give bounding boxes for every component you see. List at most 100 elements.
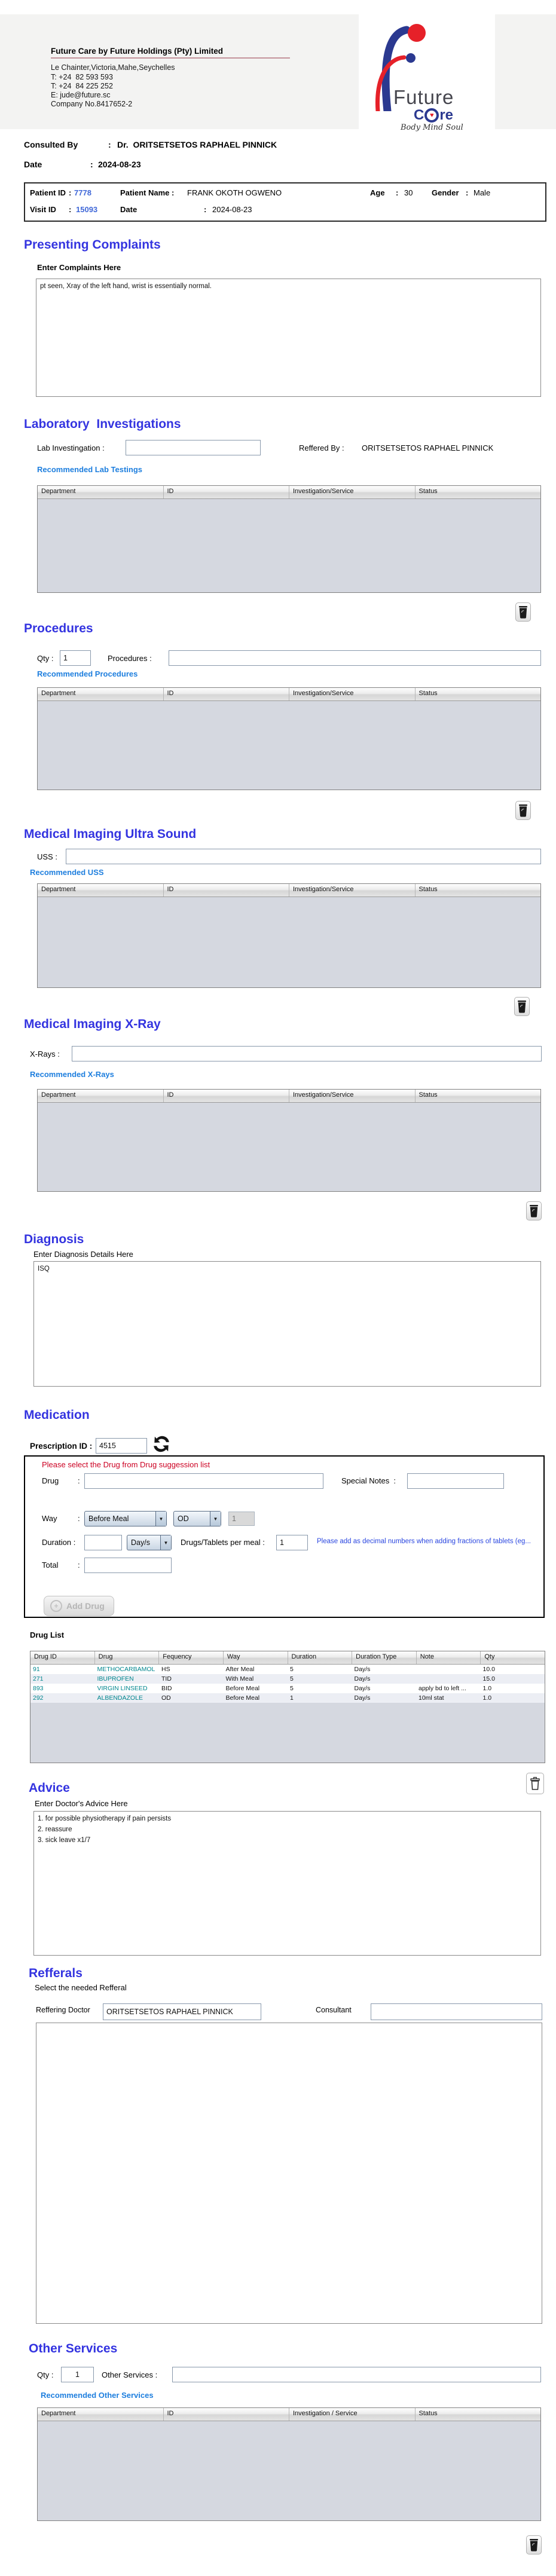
clear-advice-button[interactable]	[526, 1773, 544, 1794]
drug-qty-cell: 1.0	[481, 1693, 545, 1703]
lab-col-department: Department	[38, 486, 164, 498]
other-services-input[interactable]	[172, 2367, 541, 2382]
drug-name-cell: ALBENDAZOLE	[95, 1693, 160, 1703]
uss-col-department: Department	[38, 884, 164, 897]
referring-doctor-input[interactable]	[103, 2003, 261, 2020]
xray-col-department: Department	[38, 1090, 164, 1102]
company-email: E: jude@future.sc	[51, 91, 111, 99]
lab-investigation-input[interactable]	[126, 440, 261, 455]
trash-icon	[529, 2538, 539, 2551]
prescription-id-input[interactable]	[96, 1438, 147, 1454]
drug-suggestion-note: Please select the Drug from Drug suggess…	[42, 1460, 210, 1469]
complaints-textarea[interactable]: pt seen, Xray of the left hand, wrist is…	[36, 279, 541, 397]
advice-textarea[interactable]: 1. for possible physiotherapy if pain pe…	[33, 1811, 541, 1956]
clear-other-services-button[interactable]	[526, 2535, 542, 2554]
drug-note-cell: 10ml stat	[416, 1693, 481, 1703]
way-select[interactable]: Before Meal ▼	[84, 1511, 167, 1526]
drug-col-frequency: Fequency	[159, 1651, 224, 1664]
drug-row[interactable]: 292 ALBENDAZOLE OD Before Meal 1 Day/s 1…	[30, 1693, 545, 1703]
uss-table[interactable]: Department ID Investigation/Service Stat…	[37, 883, 541, 988]
drug-row[interactable]: 91 METHOCARBAMOL HS After Meal 5 Day/s 1…	[30, 1665, 545, 1674]
referred-by-value: ORITSETSETOS RAPHAEL PINNICK	[362, 443, 493, 452]
drug-row[interactable]: 893 VIRGIN LINSEED BID Before Meal 5 Day…	[30, 1684, 545, 1693]
total-colon: :	[78, 1561, 80, 1570]
logo-wordmark-future: Future	[393, 86, 454, 109]
drug-table-header-row: Drug ID Drug Fequency Way Duration Durat…	[30, 1651, 545, 1665]
add-drug-panel: Please select the Drug from Drug suggess…	[24, 1455, 545, 1618]
drug-note-cell	[416, 1674, 481, 1684]
procedures-col-id: ID	[164, 688, 290, 700]
drug-duration-cell: 5	[288, 1684, 352, 1693]
procedures-qty-input[interactable]	[60, 650, 91, 666]
trash-icon	[529, 1776, 541, 1791]
procedures-col-status: Status	[416, 688, 541, 700]
special-notes-input[interactable]	[407, 1473, 504, 1489]
fractions-hint: Please add as decimal numbers when addin…	[317, 1538, 539, 1545]
recommended-procedures-link[interactable]: Recommended Procedures	[37, 669, 138, 678]
per-meal-label: Drugs/Tablets per meal :	[181, 1538, 265, 1547]
section-title-procedures: Procedures	[24, 622, 93, 636]
patient-info-box: Patient ID : 7778 Patient Name : FRANK O…	[24, 182, 546, 222]
duration-unit-value: Day/s	[127, 1538, 150, 1547]
drug-col-note: Note	[417, 1651, 481, 1664]
visit-date-value: 2024-08-23	[98, 160, 141, 169]
patient-name-label: Patient Name :	[120, 188, 174, 197]
frequency-select[interactable]: OD ▼	[173, 1511, 221, 1526]
frequency-select-value: OD	[174, 1515, 189, 1523]
prescription-id-label: Prescription ID :	[30, 1442, 92, 1451]
patient-date-label: Date	[120, 205, 137, 214]
diagnosis-textarea[interactable]: ISQ	[33, 1261, 541, 1387]
drug-way-cell: Before Meal	[224, 1684, 288, 1693]
other-services-table[interactable]: Department ID Investigation / Service St…	[37, 2407, 541, 2521]
other-services-table-header-row: Department ID Investigation / Service St…	[38, 2408, 540, 2421]
recommended-xrays-link[interactable]: Recommended X-Rays	[30, 1070, 114, 1079]
drug-col-id: Drug ID	[30, 1651, 95, 1664]
section-title-xray: Medical Imaging X-Ray	[24, 1017, 161, 1032]
duration-unit-select[interactable]: Day/s ▼	[127, 1535, 172, 1550]
drug-way-cell: After Meal	[224, 1665, 288, 1674]
drug-frequency-cell: TID	[159, 1674, 224, 1684]
drug-note-cell	[416, 1665, 481, 1674]
consultant-input[interactable]	[371, 2003, 542, 2020]
logo-wordmark-care: C♥re	[414, 107, 453, 124]
special-notes-label: Special Notes :	[341, 1476, 396, 1485]
patient-id-colon: :	[69, 188, 71, 197]
drug-list-label: Drug List	[30, 1630, 64, 1639]
procedures-table-header-row: Department ID Investigation/Service Stat…	[38, 688, 540, 701]
uss-label: USS :	[37, 852, 57, 861]
add-drug-button[interactable]: + Add Drug	[44, 1596, 114, 1616]
clear-uss-button[interactable]	[514, 997, 530, 1016]
clear-lab-button[interactable]	[515, 602, 531, 622]
drug-row[interactable]: 271 IBUPROFEN TID With Meal 5 Day/s 15.0	[30, 1674, 545, 1684]
other-services-qty-input[interactable]	[61, 2367, 94, 2382]
way-qty-input	[228, 1512, 255, 1526]
chevron-down-icon: ▼	[160, 1535, 171, 1550]
drug-input[interactable]	[84, 1473, 323, 1489]
xray-input[interactable]	[72, 1046, 542, 1061]
recommended-lab-testings-link[interactable]: Recommended Lab Testings	[37, 465, 142, 474]
company-phone-1: T: +24 82 593 593	[51, 73, 113, 81]
clear-xray-button[interactable]	[526, 1201, 542, 1220]
duration-input[interactable]	[84, 1535, 122, 1550]
uss-input[interactable]	[66, 849, 541, 864]
drug-list-table[interactable]: Drug ID Drug Fequency Way Duration Durat…	[30, 1651, 545, 1763]
referral-list-box[interactable]	[36, 2023, 542, 2324]
total-input[interactable]	[84, 1558, 172, 1573]
company-name: Future Care by Future Holdings (Pty) Lim…	[51, 47, 290, 59]
lab-col-status: Status	[416, 486, 541, 498]
per-meal-input[interactable]	[276, 1535, 308, 1550]
visit-date-label: Date	[24, 160, 42, 169]
clear-procedures-button[interactable]	[515, 801, 531, 820]
refresh-prescription-button[interactable]	[151, 1434, 172, 1455]
procedures-table[interactable]: Department ID Investigation/Service Stat…	[37, 687, 541, 790]
xray-table[interactable]: Department ID Investigation/Service Stat…	[37, 1089, 541, 1192]
recommended-other-services-link[interactable]: Recommended Other Services	[41, 2391, 154, 2400]
other-services-col-department: Department	[38, 2408, 164, 2421]
procedures-input[interactable]	[169, 650, 541, 666]
company-phone-2: T: +24 84 225 252	[51, 82, 113, 90]
recommended-uss-link[interactable]: Recommended USS	[30, 868, 104, 877]
lab-col-id: ID	[164, 486, 290, 498]
lab-results-table[interactable]: Department ID Investigation/Service Stat…	[37, 485, 541, 593]
section-title-diagnosis: Diagnosis	[24, 1232, 84, 1247]
section-title-medication: Medication	[24, 1408, 90, 1422]
